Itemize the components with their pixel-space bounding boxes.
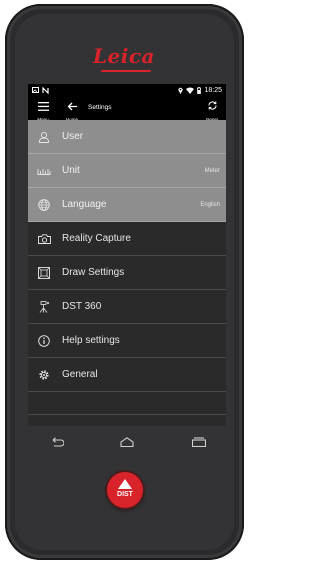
hamburger-icon xyxy=(37,102,49,111)
ruler-icon xyxy=(36,163,52,179)
back-arrow-icon xyxy=(67,102,77,111)
app-bar: Menu Home Settings Reset xyxy=(28,96,226,122)
leica-logo: Leica xyxy=(92,44,156,68)
gear-icon xyxy=(36,367,52,383)
settings-item-draw-settings[interactable]: Draw Settings xyxy=(28,256,226,290)
clock: 18:25 xyxy=(204,86,222,94)
settings-item-label: Help settings xyxy=(62,335,120,346)
nav-home-icon[interactable] xyxy=(120,434,134,452)
nav-back-icon[interactable] xyxy=(50,434,65,452)
settings-item-label: User xyxy=(62,131,84,142)
menu-button[interactable]: Menu xyxy=(33,98,53,122)
camera-icon xyxy=(36,231,52,247)
settings-item-user[interactable]: User xyxy=(28,120,226,154)
settings-item-label: Reality Capture xyxy=(62,233,131,244)
globe-icon xyxy=(36,197,52,213)
system-nav-bar xyxy=(28,432,226,454)
location-icon xyxy=(178,87,184,94)
settings-item-unit[interactable]: Unit Meter xyxy=(28,154,226,188)
settings-list: User Unit Meter Language English Reality… xyxy=(28,120,226,415)
nav-recent-apps-icon[interactable] xyxy=(191,434,207,452)
settings-item-dst-360[interactable]: DST 360 xyxy=(28,290,226,324)
refresh-icon xyxy=(207,101,217,110)
image-icon xyxy=(32,87,39,93)
home-button[interactable]: Home xyxy=(62,98,82,122)
settings-item-value: Meter xyxy=(204,167,220,174)
dist-label: DIST xyxy=(117,491,133,498)
triangle-icon xyxy=(118,479,132,489)
tripod-icon xyxy=(36,299,52,315)
screen: 18:25 Menu Home Settings Reset User xyxy=(28,84,226,426)
settings-item-reality-capture[interactable]: Reality Capture xyxy=(28,222,226,256)
reset-button[interactable]: Reset xyxy=(201,98,223,122)
dist-button[interactable]: DIST xyxy=(107,472,143,508)
settings-item-label: Draw Settings xyxy=(62,267,125,278)
logo-underline xyxy=(101,70,151,72)
info-icon xyxy=(36,333,52,349)
settings-item-value: English xyxy=(200,201,220,208)
battery-icon xyxy=(197,86,202,94)
user-icon xyxy=(36,129,52,145)
page-title: Settings xyxy=(88,104,112,111)
settings-item-general[interactable]: General xyxy=(28,358,226,392)
settings-item-label: Unit xyxy=(62,165,80,176)
nfc-icon xyxy=(42,86,49,94)
settings-item-label: General xyxy=(62,369,98,380)
wifi-icon xyxy=(186,86,195,94)
status-bar: 18:25 xyxy=(28,84,226,96)
list-spacer xyxy=(28,392,226,415)
draw-icon xyxy=(36,265,52,281)
settings-item-help-settings[interactable]: Help settings xyxy=(28,324,226,358)
settings-item-label: DST 360 xyxy=(62,301,102,312)
settings-item-label: Language xyxy=(62,199,107,210)
settings-item-language[interactable]: Language English xyxy=(28,188,226,222)
